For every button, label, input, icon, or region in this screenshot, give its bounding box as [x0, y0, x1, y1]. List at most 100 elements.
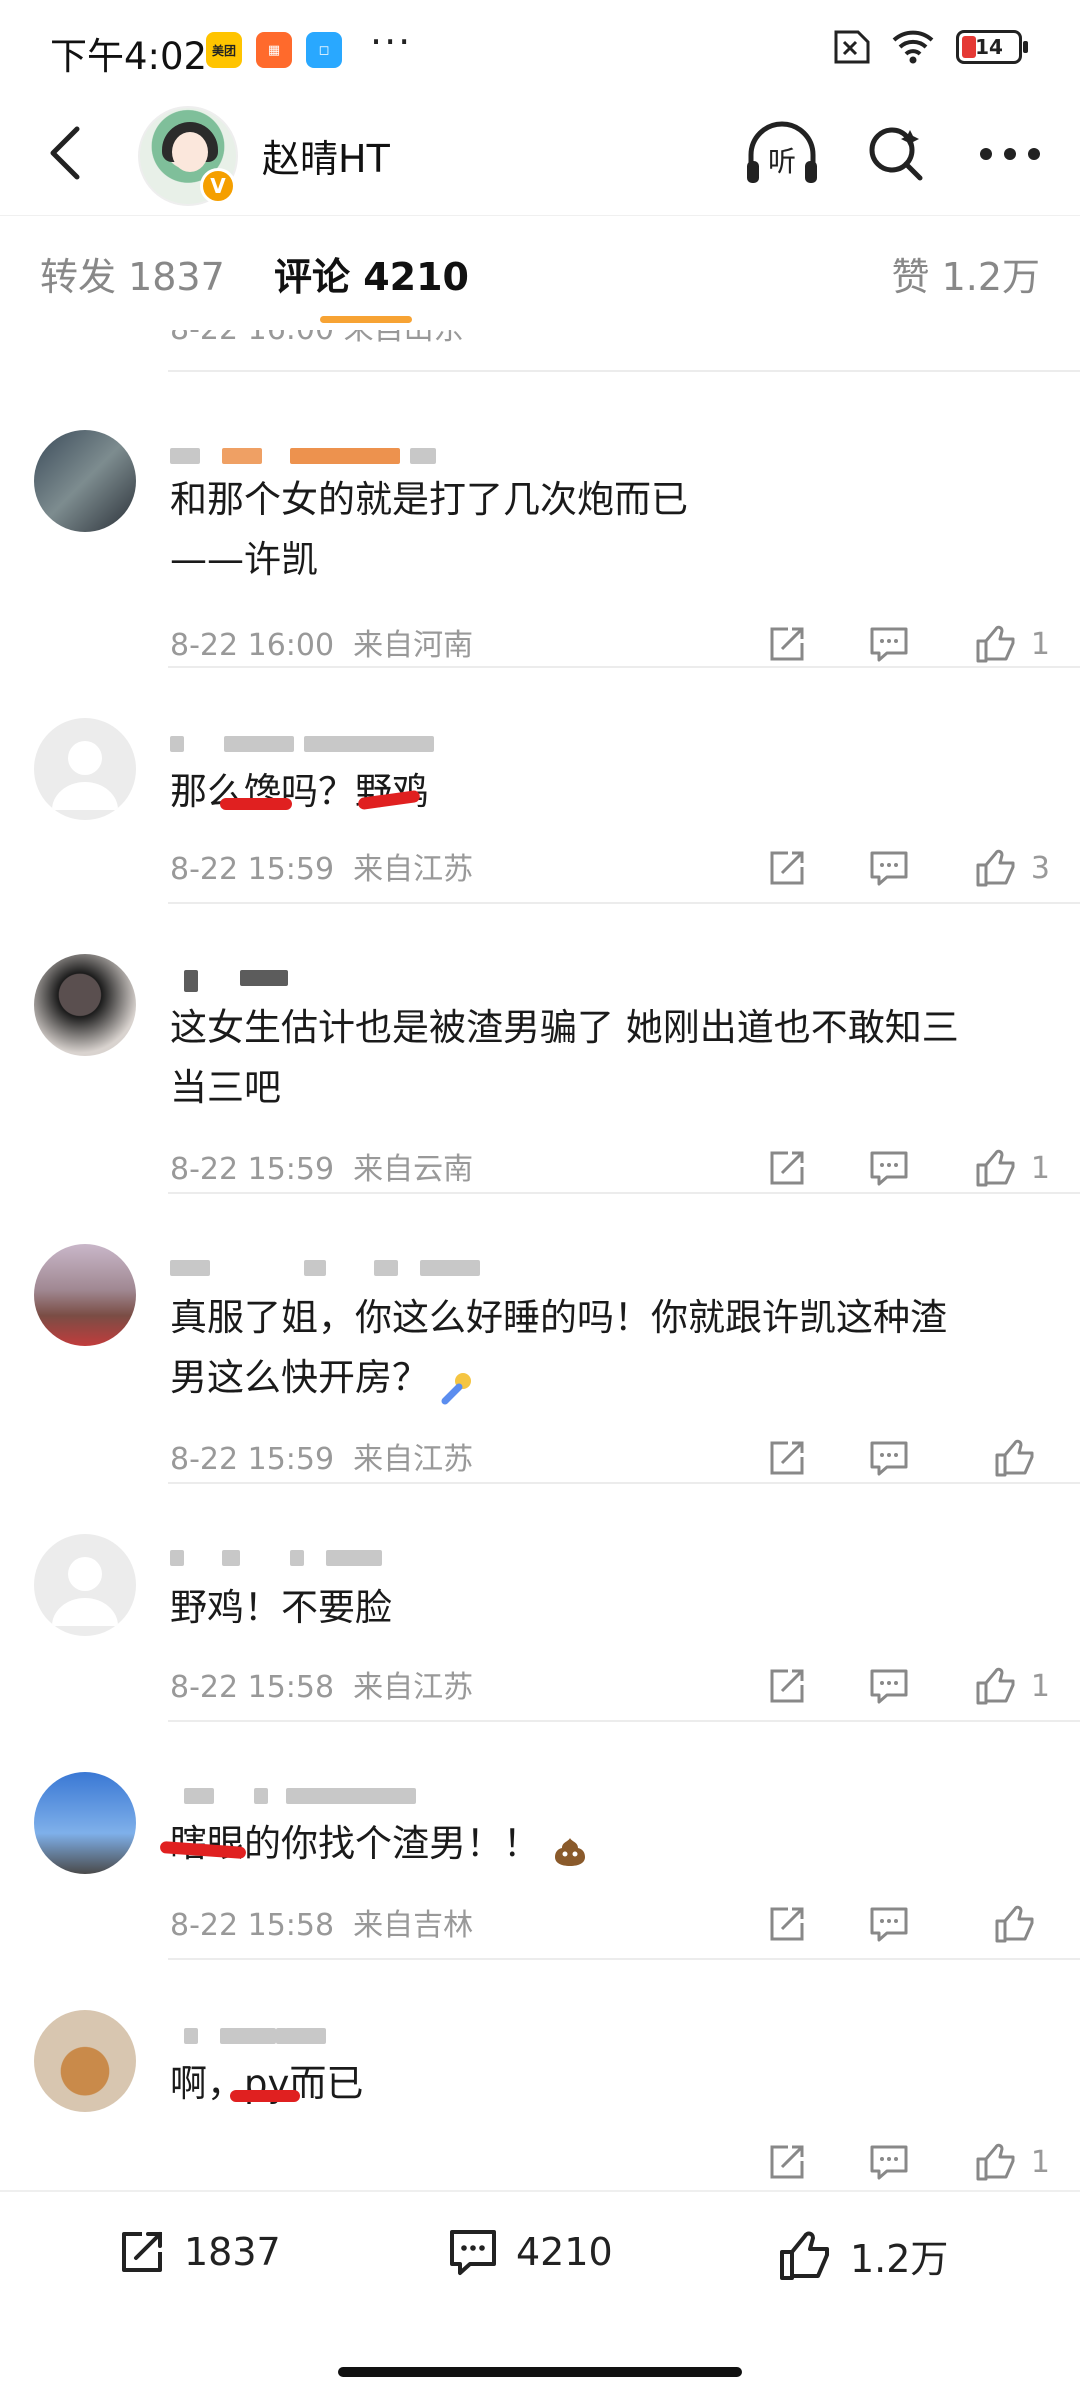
commenter-avatar[interactable]	[34, 718, 136, 820]
like-count: 1	[1030, 626, 1050, 662]
reply-button[interactable]	[838, 616, 940, 672]
comment-location: 来自江苏	[353, 852, 474, 887]
like-icon	[976, 2143, 1015, 2181]
top-nav: V 赵晴HT 听	[0, 100, 1080, 215]
like-button[interactable]: 1	[940, 1148, 1050, 1188]
comment-icon	[450, 2230, 496, 2275]
tab-comment[interactable]: 评论 4210	[274, 246, 469, 301]
like-button[interactable]: 1	[940, 624, 1050, 664]
repost-count: 1837	[184, 2230, 281, 2274]
share-button[interactable]	[736, 1430, 838, 1486]
app-icon-orange: ▦	[256, 32, 292, 68]
share-button[interactable]	[736, 1658, 838, 1714]
like-icon	[976, 625, 1015, 663]
comment-text: 这女生估计也是被渣男骗了 她刚出道也不敢知三	[170, 1006, 959, 1049]
search-button[interactable]	[856, 114, 936, 194]
commenter-avatar[interactable]	[34, 2010, 136, 2112]
bottom-action-bar: 1837 4210 1.2万	[0, 2190, 1080, 2400]
like-button[interactable]: 1	[940, 2142, 1050, 2182]
more-icon	[980, 148, 1040, 160]
share-icon	[122, 2232, 162, 2272]
commenter-avatar[interactable]	[34, 954, 136, 1056]
share-icon	[770, 1669, 804, 1703]
svg-text:听: 听	[768, 145, 796, 178]
status-time: 下午4:02	[50, 35, 208, 78]
divider	[168, 666, 1080, 668]
comment-time: 8-22 15:59	[170, 1442, 335, 1477]
reply-button[interactable]	[838, 1658, 940, 1714]
like-button[interactable]: 3	[940, 848, 1050, 888]
comment-list[interactable]: 8-22 16:00 来自山东 和那个女的就是打了几次炮而已 ——许凯 8-22…	[0, 330, 1080, 2190]
comment-time: 8-22 15:59	[170, 1152, 335, 1187]
comment-text: 和那个女的就是打了几次炮而已	[170, 478, 688, 521]
divider	[168, 370, 1080, 372]
comment-text: 野鸡！不要脸	[170, 1586, 392, 1629]
search-icon	[869, 127, 923, 181]
meituan-app-icon: 美团	[206, 32, 242, 68]
headphone-icon: 听	[747, 121, 817, 183]
tab-repost[interactable]: 转发 1837	[40, 246, 225, 301]
comment-time: 8-22 15:58	[170, 1670, 335, 1705]
comment-meta: 8-22 15:58 来自吉林	[170, 1900, 473, 1944]
reply-button[interactable]	[838, 1430, 940, 1486]
share-button[interactable]	[736, 1140, 838, 1196]
tab-like[interactable]: 赞 1.2万	[891, 246, 1040, 301]
prev-comment-meta: 8-22 16:00 来自山东	[170, 330, 464, 348]
share-button[interactable]	[736, 1896, 838, 1952]
share-button[interactable]	[736, 616, 838, 672]
comment-text-line2: 男这么快开房？	[170, 1348, 1050, 1408]
share-button[interactable]	[736, 840, 838, 896]
like-button[interactable]	[940, 1904, 1050, 1944]
like-count: 1	[1030, 2144, 1050, 2180]
divider	[168, 1720, 1080, 1722]
divider	[168, 1482, 1080, 1484]
comment-icon	[870, 1907, 908, 1942]
back-button[interactable]	[30, 118, 100, 188]
poop-emoji-icon	[552, 1828, 588, 1866]
share-icon	[770, 627, 804, 661]
share-button[interactable]	[736, 2134, 838, 2190]
comment-button[interactable]: 4210	[448, 2228, 613, 2276]
comment-text: 瞎眼的你找个渣男！！	[170, 1814, 1050, 1874]
redaction-scribble	[220, 798, 292, 810]
comment-text: 真服了姐，你这么好睡的吗！你就跟许凯这种渣	[170, 1296, 947, 1339]
tab-indicator	[320, 316, 412, 323]
comment-icon	[870, 2145, 908, 2180]
author-name[interactable]: 赵晴HT	[262, 128, 390, 183]
listen-button[interactable]: 听	[742, 114, 822, 194]
comment-icon	[870, 851, 908, 886]
commenter-avatar[interactable]	[34, 1772, 136, 1874]
comment-location: 来自河南	[353, 628, 474, 663]
commenter-avatar[interactable]	[34, 430, 136, 532]
status-bar: 下午4:02 美团 ▦ ◻ ··· 14	[0, 0, 1080, 100]
comment-icon	[870, 1441, 908, 1476]
like-button[interactable]	[940, 1438, 1050, 1478]
comment-location: 来自江苏	[353, 1670, 474, 1705]
repost-button[interactable]: 1837	[118, 2228, 281, 2276]
comment-location: 来自吉林	[353, 1908, 474, 1943]
commenter-avatar[interactable]	[34, 1244, 136, 1346]
verified-badge: V	[200, 168, 236, 204]
share-icon	[770, 1907, 804, 1941]
like-icon	[976, 1149, 1015, 1187]
comment-text-line2: ——许凯	[170, 538, 318, 581]
comment-count: 4210	[516, 2230, 613, 2274]
reply-button[interactable]	[838, 840, 940, 896]
default-avatar-icon	[52, 1557, 118, 1626]
comment-text: 那么馋吗？野鸡	[170, 770, 429, 813]
reply-button[interactable]	[838, 2134, 940, 2190]
like-icon	[976, 1667, 1015, 1705]
commenter-avatar[interactable]	[34, 1534, 136, 1636]
reply-button[interactable]	[838, 1140, 940, 1196]
more-button[interactable]	[970, 114, 1050, 194]
share-icon	[770, 1441, 804, 1475]
app-icon-blue: ◻	[306, 32, 342, 68]
comment-meta: 8-22 16:00 来自河南	[170, 620, 473, 664]
home-indicator[interactable]	[338, 2367, 742, 2377]
reply-button[interactable]	[838, 1896, 940, 1952]
tab-bar: 转发 1837 评论 4210 赞 1.2万	[0, 215, 1080, 330]
emoji-icon	[441, 1363, 475, 1404]
comment-icon	[870, 1151, 908, 1186]
like-button[interactable]: 1.2万	[778, 2228, 948, 2283]
like-button[interactable]: 1	[940, 1666, 1050, 1706]
